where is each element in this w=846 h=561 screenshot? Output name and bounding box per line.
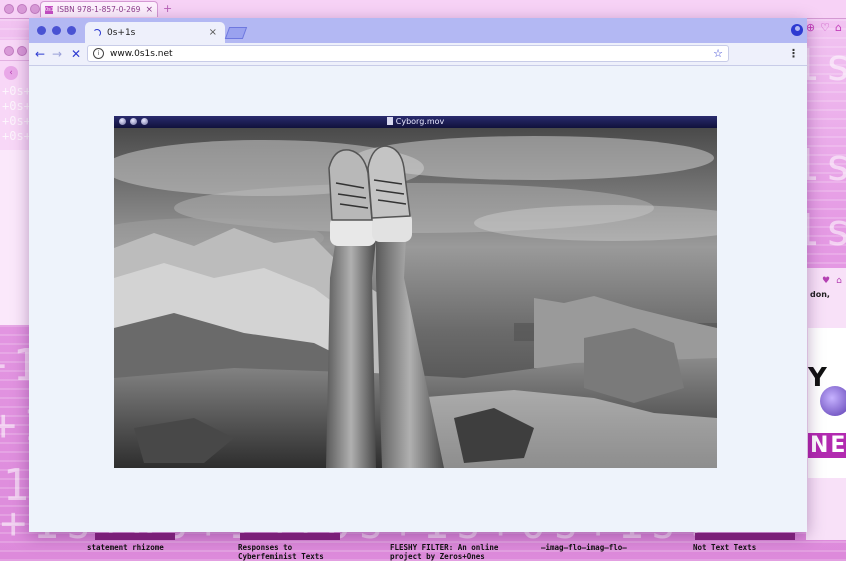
browser-menu-icon[interactable]: ⋮ bbox=[788, 47, 799, 60]
back-browser-tab[interactable]: 0s1 ISBN 978-1-857-0-2698... × bbox=[40, 1, 158, 17]
left-pattern-2: +0s+ bbox=[2, 99, 31, 113]
zoom-window-icon[interactable] bbox=[67, 26, 76, 35]
caption-not-text-texts[interactable]: Not Text Texts bbox=[693, 543, 756, 552]
tab-label: 0s+1s bbox=[107, 27, 136, 38]
favicon-icon: 0s1 bbox=[45, 5, 54, 14]
home-icon[interactable]: ⌂ bbox=[835, 21, 842, 34]
right-window-globe-image bbox=[820, 386, 846, 416]
right-heart-icon[interactable]: ♥ bbox=[822, 276, 830, 286]
right-home-icon[interactable]: ⌂ bbox=[836, 276, 842, 286]
video-titlebar: Cyborg.mov bbox=[114, 116, 717, 128]
back-browser-tabbar: 0s1 ISBN 978-1-857-0-2698... × + bbox=[0, 0, 846, 19]
window-controls bbox=[37, 26, 76, 35]
loading-spinner-icon bbox=[93, 28, 101, 37]
caption-statement-rhizome[interactable]: statement rhizome bbox=[87, 543, 164, 552]
caption-bar-1 bbox=[95, 533, 175, 540]
caption-fleshy-filter[interactable]: FLESHY FILTER: An online project by Zero… bbox=[390, 543, 498, 561]
address-bar[interactable]: i www.0s1s.net ☆ bbox=[87, 45, 729, 62]
minimize-window-icon[interactable] bbox=[52, 26, 61, 35]
movie-file-icon bbox=[386, 117, 393, 125]
left-minimize-dot-icon[interactable] bbox=[17, 46, 27, 56]
right-window-text: don, bbox=[810, 290, 830, 299]
video-frame[interactable] bbox=[114, 128, 717, 468]
right-window-icons: ♥ ⌂ bbox=[822, 276, 842, 286]
stop-loading-button[interactable]: ✕ bbox=[71, 46, 81, 62]
site-info-icon[interactable]: i bbox=[93, 48, 104, 59]
left-window-titlebar bbox=[0, 40, 30, 61]
tab-close-icon[interactable]: × bbox=[209, 27, 217, 38]
back-tab-close-icon[interactable]: × bbox=[145, 5, 153, 15]
back-new-tab-button[interactable]: + bbox=[163, 2, 172, 15]
video-still-image bbox=[114, 128, 717, 468]
main-browser-window: 0s+1s × ← → ✕ i www.0s1s.net ☆ ⋮ Cyborg.… bbox=[29, 18, 807, 532]
close-window-icon[interactable] bbox=[37, 26, 46, 35]
back-tab-label: ISBN 978-1-857-0-2698... bbox=[57, 5, 141, 14]
caption-bar-5 bbox=[695, 533, 795, 540]
right-background-window: ♥ ⌂ don, Y NES bbox=[806, 268, 846, 540]
heart-icon[interactable]: ♡ bbox=[820, 21, 830, 34]
video-title: Cyborg.mov bbox=[114, 116, 717, 128]
browser-toolbar: ← → ✕ i www.0s1s.net ☆ ⋮ bbox=[29, 43, 807, 66]
left-pattern-4: +0s+ bbox=[2, 129, 31, 143]
tab-0s1s[interactable]: 0s+1s × bbox=[85, 22, 225, 43]
left-pattern-3: +0s+ bbox=[2, 114, 31, 128]
forward-button[interactable]: → bbox=[52, 46, 62, 62]
back-window-controls bbox=[4, 4, 40, 14]
left-background-window: ‹ +0s+ +0s+ +0s+ +0s+ bbox=[0, 40, 31, 325]
url-text[interactable]: www.0s1s.net bbox=[110, 49, 713, 59]
close-dot-icon[interactable] bbox=[4, 4, 14, 14]
video-player-window: Cyborg.mov bbox=[114, 116, 717, 468]
video-title-text: Cyborg.mov bbox=[395, 117, 445, 126]
zoom-dot-icon[interactable] bbox=[30, 4, 40, 14]
minimize-dot-icon[interactable] bbox=[17, 4, 27, 14]
left-window-body bbox=[0, 150, 30, 325]
left-pattern-1: +0s+ bbox=[2, 84, 31, 98]
caption-bar-2 bbox=[240, 533, 340, 540]
right-window-bottom-text: NES bbox=[808, 433, 846, 458]
tab-strip: 0s+1s × bbox=[29, 18, 807, 43]
page-content: Cyborg.mov bbox=[29, 66, 807, 532]
caption-responses[interactable]: Responses to Cyberfeminist Texts bbox=[238, 543, 324, 561]
caption-imag-flo[interactable]: —imag—flo—imag—flo— bbox=[541, 543, 627, 552]
left-back-arrow-icon[interactable]: ‹ bbox=[4, 66, 18, 80]
right-window-big-letter: Y bbox=[808, 363, 827, 393]
bookmark-star-icon[interactable]: ☆ bbox=[713, 47, 723, 60]
back-toolbar-icons: ⊕ ♡ ⌂ bbox=[806, 21, 842, 34]
profile-icon[interactable] bbox=[791, 24, 803, 36]
new-tab-button[interactable] bbox=[224, 27, 248, 39]
left-close-dot-icon[interactable] bbox=[4, 46, 14, 56]
back-button[interactable]: ← bbox=[35, 46, 45, 62]
extension-icon[interactable]: ⊕ bbox=[806, 21, 815, 34]
